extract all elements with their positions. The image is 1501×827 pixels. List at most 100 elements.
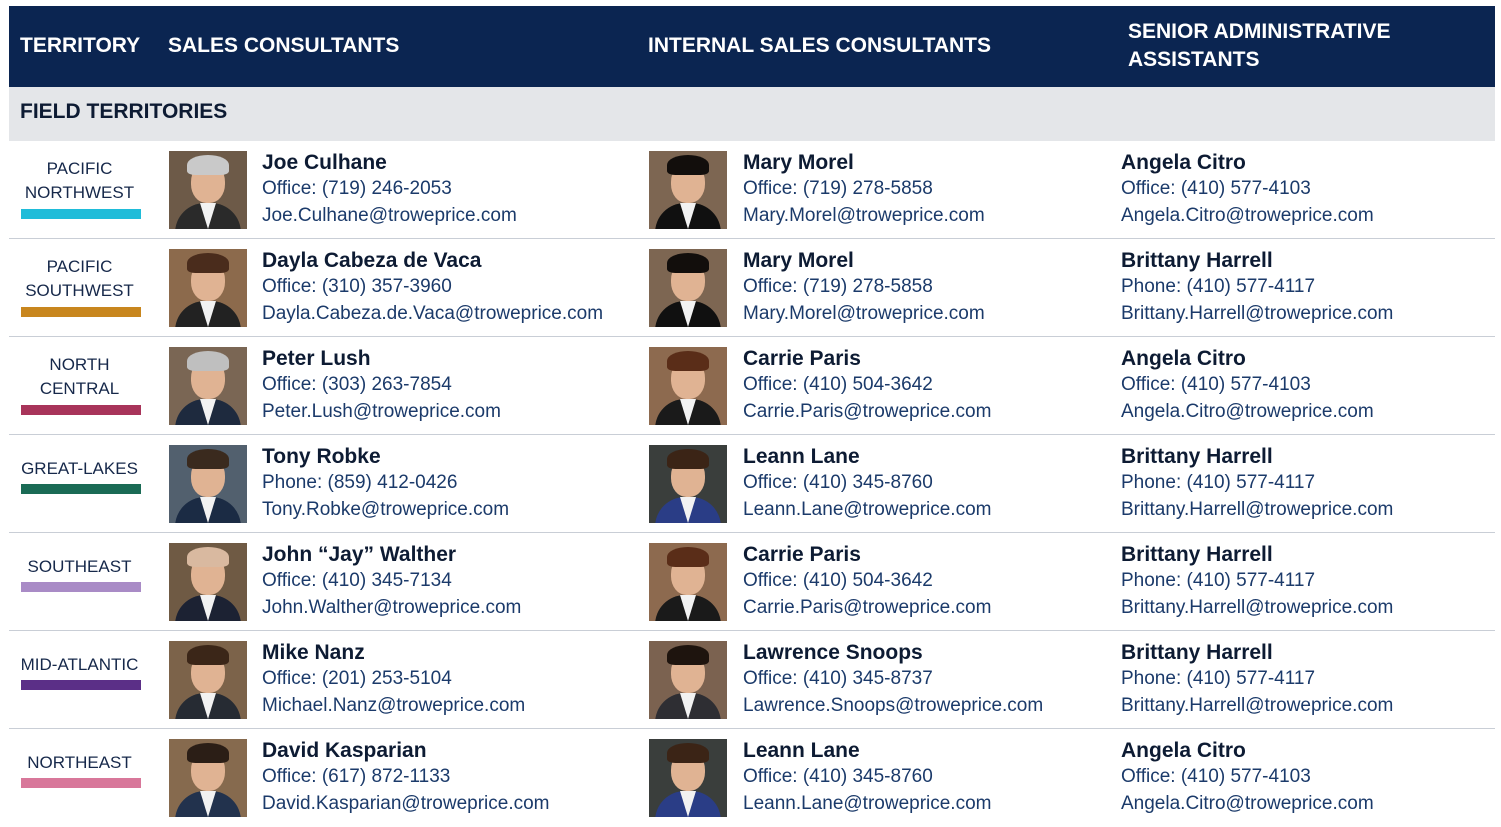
territory-label-line: PACIFIC — [46, 257, 113, 276]
internal-consultant-photo — [649, 249, 727, 327]
territory-color-bar — [21, 680, 141, 690]
sales-consultant-email[interactable]: David.Kasparian@troweprice.com — [262, 793, 550, 815]
admin-assistant-phone: Office: (410) 577-4103 — [1121, 178, 1311, 199]
internal-consultant-name: Carrie Paris — [743, 543, 861, 566]
admin-assistant-name: Brittany Harrell — [1121, 641, 1273, 664]
sales-consultant-photo — [169, 445, 247, 523]
table-row: NORTHEAST David Kasparian Office: (617) 87… — [9, 729, 1495, 827]
table-row: PACIFIC NORTHWEST Joe Culhane Office: (719)… — [9, 141, 1495, 239]
table-row: GREAT-LAKES Tony Robke Phone: (859) 412-04… — [9, 435, 1495, 533]
section-title: FIELD TERRITORIES — [20, 100, 228, 123]
admin-assistant-phone: Office: (410) 577-4103 — [1121, 374, 1311, 395]
internal-consultant-photo — [649, 739, 727, 817]
territory-cell: SOUTHEAST — [9, 533, 150, 631]
internal-consultant-name: Carrie Paris — [743, 347, 861, 370]
internal-consultant-phone: Office: (410) 504-3642 — [743, 570, 933, 591]
territory-label-line: GREAT-LAKES — [21, 459, 138, 478]
territory-label: NORTH CENTRAL — [9, 353, 150, 401]
internal-consultant-photo — [649, 445, 727, 523]
sales-consultant-name: Mike Nanz — [262, 641, 365, 664]
sales-consultant-name: Dayla Cabeza de Vaca — [262, 249, 482, 272]
sales-consultant-photo — [169, 641, 247, 719]
territory-label-line: CENTRAL — [39, 379, 120, 398]
admin-assistant-name: Brittany Harrell — [1121, 445, 1273, 468]
sales-consultants-column-header: SALES CONSULTANTS — [168, 34, 400, 57]
internal-consultant-email[interactable]: Mary.Morel@troweprice.com — [743, 205, 985, 227]
internal-consultant-email[interactable]: Carrie.Paris@troweprice.com — [743, 401, 991, 423]
territory-color-bar — [21, 484, 141, 494]
territory-label-line: SOUTHEAST — [27, 557, 132, 576]
admin-assistant-name: Angela Citro — [1121, 347, 1246, 370]
territory-label-line: PACIFIC — [46, 159, 113, 178]
admin-assistant-email[interactable]: Brittany.Harrell@troweprice.com — [1121, 597, 1393, 619]
table-row: SOUTHEAST John “Jay” Walther Office: (410)… — [9, 533, 1495, 631]
admin-assistant-name: Brittany Harrell — [1121, 249, 1273, 272]
admin-assistant-email[interactable]: Brittany.Harrell@troweprice.com — [1121, 695, 1393, 717]
section-header: FIELD TERRITORIES — [9, 87, 1495, 141]
internal-consultant-phone: Office: (719) 278-5858 — [743, 178, 933, 199]
sales-consultant-phone: Office: (201) 253-5104 — [262, 668, 452, 689]
admin-assistant-phone: Office: (410) 577-4103 — [1121, 766, 1311, 787]
sales-consultant-email[interactable]: Michael.Nanz@troweprice.com — [262, 695, 525, 717]
internal-consultant-email[interactable]: Leann.Lane@troweprice.com — [743, 793, 991, 815]
internal-consultant-photo — [649, 641, 727, 719]
territory-label-line: NORTH — [49, 355, 110, 374]
admin-assistant-name: Angela Citro — [1121, 739, 1246, 762]
internal-consultant-name: Leann Lane — [743, 739, 860, 762]
sales-consultant-email[interactable]: Joe.Culhane@troweprice.com — [262, 205, 517, 227]
internal-consultant-phone: Office: (410) 345-8760 — [743, 472, 933, 493]
table-header: TERRITORY SALES CONSULTANTS INTERNAL SAL… — [9, 6, 1495, 87]
admin-assistant-email[interactable]: Angela.Citro@troweprice.com — [1121, 401, 1374, 423]
admin-assistant-email[interactable]: Brittany.Harrell@troweprice.com — [1121, 303, 1393, 325]
territory-cell: GREAT-LAKES — [9, 435, 150, 533]
territory-label-line: MID-ATLANTIC — [20, 655, 139, 674]
sales-consultant-name: John “Jay” Walther — [262, 543, 457, 566]
admin-assistant-phone: Phone: (410) 577-4117 — [1121, 472, 1316, 493]
admin-assistant-email[interactable]: Brittany.Harrell@troweprice.com — [1121, 499, 1393, 521]
territory-color-bar — [21, 209, 141, 219]
territory-color-bar — [21, 405, 141, 415]
internal-consultant-email[interactable]: Lawrence.Snoops@troweprice.com — [743, 695, 1043, 717]
territory-column-header: TERRITORY — [20, 34, 141, 57]
sales-consultant-phone: Office: (310) 357-3960 — [262, 276, 452, 297]
sales-consultant-phone: Office: (410) 345-7134 — [262, 570, 452, 591]
internal-consultant-email[interactable]: Mary.Morel@troweprice.com — [743, 303, 985, 325]
internal-consultant-phone: Office: (410) 345-8737 — [743, 668, 933, 689]
admin-assistant-name: Angela Citro — [1121, 151, 1246, 174]
territory-color-bar — [21, 778, 141, 788]
sales-consultant-email[interactable]: John.Walther@troweprice.com — [262, 597, 521, 619]
territory-label: MID-ATLANTIC — [9, 653, 150, 677]
sales-consultant-name: David Kasparian — [262, 739, 427, 762]
table-row: NORTH CENTRAL Peter Lush Office: (303) 263-… — [9, 337, 1495, 435]
territory-cell: PACIFIC NORTHWEST — [9, 141, 150, 239]
territory-label: PACIFIC NORTHWEST — [9, 157, 150, 205]
territory-label: PACIFIC SOUTHWEST — [9, 255, 150, 303]
sales-consultant-photo — [169, 249, 247, 327]
internal-consultant-email[interactable]: Leann.Lane@troweprice.com — [743, 499, 991, 521]
territory-cell: NORTHEAST — [9, 729, 150, 827]
territory-label-line: SOUTHWEST — [25, 281, 134, 300]
sales-consultant-name: Joe Culhane — [262, 151, 387, 174]
sales-consultant-photo — [169, 739, 247, 817]
territory-label: GREAT-LAKES — [9, 457, 150, 481]
internal-consultant-phone: Office: (410) 504-3642 — [743, 374, 933, 395]
admin-assistant-phone: Phone: (410) 577-4117 — [1121, 276, 1316, 297]
sales-consultant-email[interactable]: Peter.Lush@troweprice.com — [262, 401, 501, 423]
sales-consultant-name: Peter Lush — [262, 347, 371, 370]
sales-consultant-email[interactable]: Dayla.Cabeza.de.Vaca@troweprice.com — [262, 303, 603, 325]
internal-consultant-photo — [649, 151, 727, 229]
internal-sales-consultants-column-header: INTERNAL SALES CONSULTANTS — [648, 34, 992, 57]
sales-consultant-email[interactable]: Tony.Robke@troweprice.com — [262, 499, 509, 521]
admin-assistant-email[interactable]: Angela.Citro@troweprice.com — [1121, 793, 1374, 815]
territory-color-bar — [21, 307, 141, 317]
internal-consultant-phone: Office: (410) 345-8760 — [743, 766, 933, 787]
sales-consultant-photo — [169, 543, 247, 621]
internal-consultant-email[interactable]: Carrie.Paris@troweprice.com — [743, 597, 991, 619]
territory-color-bar — [21, 582, 141, 592]
internal-consultant-photo — [649, 347, 727, 425]
sales-consultant-photo — [169, 151, 247, 229]
territory-label: SOUTHEAST — [9, 555, 150, 579]
territory-label: NORTHEAST — [9, 751, 150, 775]
internal-consultant-photo — [649, 543, 727, 621]
admin-assistant-email[interactable]: Angela.Citro@troweprice.com — [1121, 205, 1374, 227]
